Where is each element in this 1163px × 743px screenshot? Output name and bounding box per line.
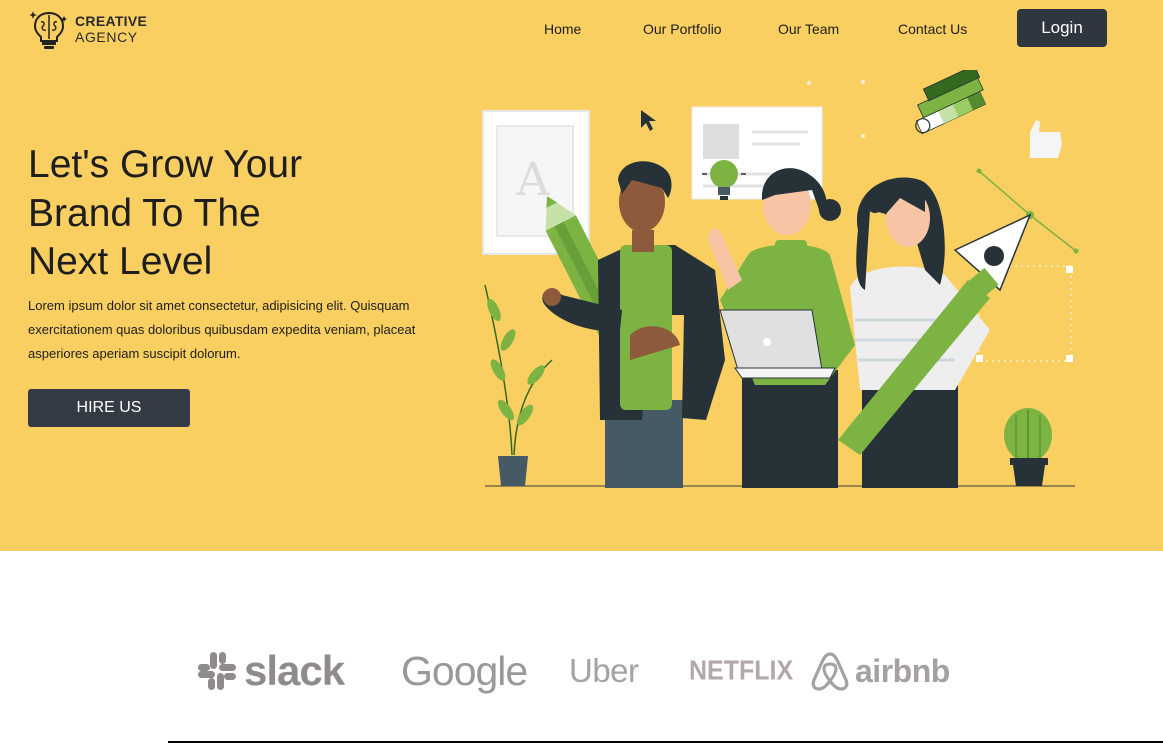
woman-with-laptop — [708, 168, 855, 488]
airbnb-logo-icon — [811, 652, 849, 691]
nav-our-team[interactable]: Our Team — [778, 21, 839, 37]
hero-title-line-2: Brand To The — [28, 191, 261, 235]
partner-logo-netflix[interactable]: NETFLIX — [689, 646, 793, 696]
google-wordmark: Google — [401, 647, 528, 694]
partner-logo-slack[interactable]: slack — [196, 646, 345, 696]
nav-contact-us[interactable]: Contact Us — [898, 21, 967, 37]
brand-logo[interactable]: CREATIVE AGENCY — [30, 8, 147, 50]
uber-wordmark: Uber — [569, 652, 639, 689]
partner-logo-google[interactable]: Google — [401, 646, 528, 696]
team-illustration: A — [482, 70, 1079, 488]
partner-logos-section: slack Google Uber NETFLIX airbnb — [0, 551, 1163, 743]
partner-logo-airbnb[interactable]: airbnb — [811, 646, 950, 696]
brand-wordmark: CREATIVE AGENCY — [75, 13, 147, 45]
hero-description: Lorem ipsum dolor sit amet consectetur, … — [28, 298, 416, 361]
hero-title-line-1: Let's Grow Your — [28, 143, 303, 186]
slack-wordmark: slack — [244, 647, 345, 694]
sparkle-dot — [807, 81, 811, 85]
nav-our-portfolio[interactable]: Our Portfolio — [643, 21, 722, 37]
potted-plant-left — [484, 284, 553, 486]
airbnb-wordmark: airbnb — [855, 652, 950, 689]
nav-home[interactable]: Home — [544, 21, 581, 37]
potted-cactus — [1004, 408, 1052, 486]
brand-name-line2: AGENCY — [75, 29, 138, 45]
color-swatch-fan — [915, 70, 987, 135]
brain-bulb-icon — [30, 11, 67, 49]
hire-us-button[interactable]: HIRE US — [28, 389, 190, 427]
sparkle-dot — [861, 80, 865, 84]
hero-title: Let's Grow Your Brand To The Next Level — [28, 141, 448, 287]
sparkle-dot — [861, 134, 865, 138]
brand-name-line1: CREATIVE — [75, 13, 148, 29]
cursor-icon — [641, 110, 656, 131]
thumbs-up-icon — [1030, 120, 1062, 158]
netflix-wordmark: NETFLIX — [689, 655, 794, 686]
framed-letter: A — [515, 152, 550, 206]
slack-logo-icon — [198, 652, 236, 690]
login-button[interactable]: Login — [1017, 9, 1107, 47]
hero-title-line-3: Next Level — [28, 240, 213, 283]
navbar: CREATIVE AGENCY Home Our Portfolio Our T… — [0, 0, 1163, 60]
partner-logo-uber[interactable]: Uber — [569, 646, 639, 696]
hero-section: CREATIVE AGENCY Home Our Portfolio Our T… — [0, 0, 1163, 551]
